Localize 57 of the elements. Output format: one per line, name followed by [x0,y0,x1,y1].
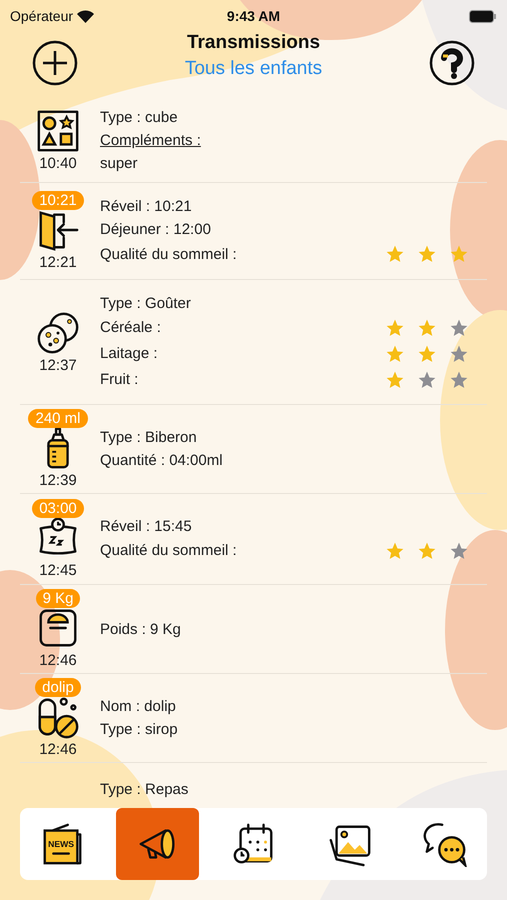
entry-badge: 10:21 [32,191,84,210]
add-icon[interactable] [32,40,78,86]
entry-detail: Type : cube [100,108,178,126]
cookies-icon [35,310,81,356]
help-icon[interactable] [429,40,475,86]
entry-detail: Type : Biberon [100,429,197,446]
star-icon [417,318,437,338]
entry-detail: Quantité : 04:00ml [100,452,223,469]
chat-icon [422,821,468,867]
entry-detail: Type : sirop [100,721,178,738]
star-icon [385,244,405,264]
entry-detail: Nom : dolip [100,698,176,715]
shapes-icon [35,108,81,154]
tab-button[interactable]: NEWS [20,808,103,880]
entry-time: 12:46 [39,652,77,669]
entry-detail: Qualité du sommeil : [100,542,237,559]
battery-icon [468,10,497,22]
star-icon [417,244,437,264]
entry-detail: Fruit : [100,371,138,388]
star-icon [385,344,405,364]
entry-detail: super [100,154,138,172]
entry-time: 10:40 [39,155,77,172]
star-icon [449,318,469,338]
section-heading: Compléments : [100,132,201,148]
entry-badge: 240 ml [28,409,88,428]
tab-button[interactable] [116,808,199,880]
star-icon [417,344,437,364]
star-icon [449,540,469,560]
star-icon [385,540,405,560]
entry-detail: Déjeuner : 12:00 [100,221,211,238]
entry-time: 12:39 [39,472,77,489]
entry-detail: Poids : 9 Kg [100,620,181,638]
entry-detail: Type : Repas [100,780,188,798]
carrier-name: Opérateur [10,8,74,24]
entry-badge: 9 Kg [36,589,80,608]
entry-badge: dolip [35,678,81,697]
star-icon [385,370,405,390]
star-icon [417,370,437,390]
wifi-icon [77,10,94,22]
entry-time: 12:46 [39,741,77,758]
star-icon [449,244,469,264]
star-icon [417,540,437,560]
entry-detail: Qualité du sommeil : [100,246,237,262]
star-icon [385,318,405,338]
entry-detail: Type : Goûter [100,294,191,312]
entry-badge: 03:00 [32,499,84,518]
entry-time: 12:37 [39,357,77,374]
entry-detail: Réveil : 15:45 [100,518,192,534]
entry-detail: Réveil : 10:21 [100,198,192,215]
entry-time: 12:21 [39,254,77,271]
entry-detail: Céréale : [100,319,161,336]
entry-time: 12:45 [39,562,77,579]
entry-detail: Laitage : [100,345,158,362]
screen-title: Transmissions [186,32,320,54]
star-icon [449,370,469,390]
clock-time: 9:43 AM [226,8,280,24]
star-icon [449,344,469,364]
